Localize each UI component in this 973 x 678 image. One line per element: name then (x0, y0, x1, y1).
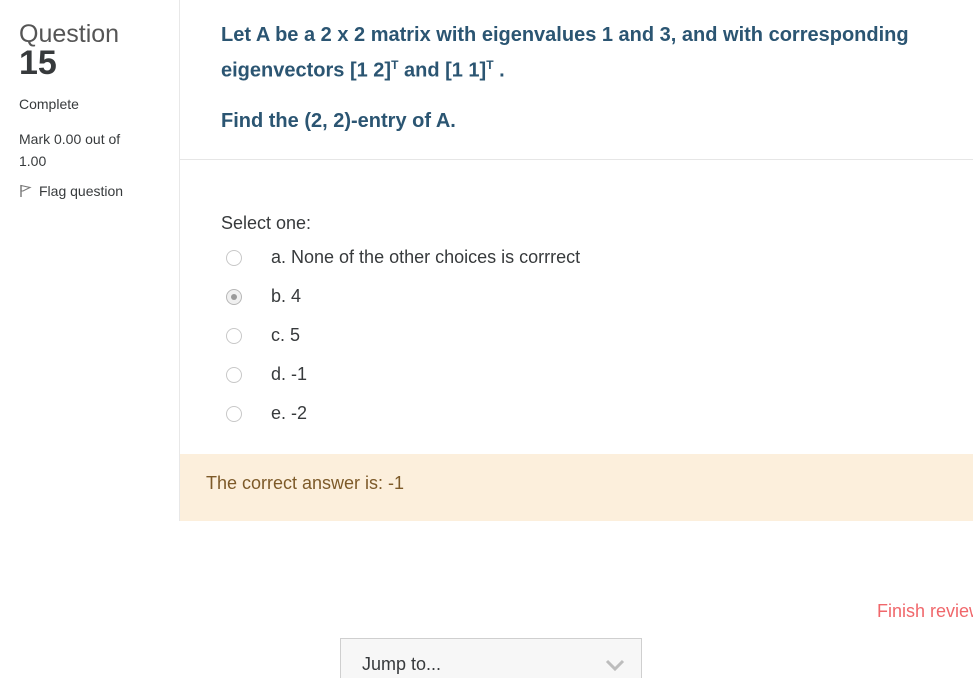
question-line-2: eigenvectors [1 2]T and [1 1]T . (221, 58, 505, 82)
question-number: 15 (19, 44, 57, 82)
radio-option-d[interactable] (226, 367, 242, 383)
question-find: Find the (2, 2)-entry of A. (221, 110, 456, 132)
jump-to-select[interactable]: Jump to... (340, 638, 642, 678)
option-a-label: a. None of the other choices is corrrect (271, 247, 581, 267)
flag-question-label: Flag question (39, 183, 124, 199)
finish-review-link[interactable]: Finish review (877, 601, 973, 622)
quiz-review-page: Question 15 Complete Mark 0.00 out of 1.… (0, 0, 973, 678)
radio-option-a[interactable] (226, 250, 242, 266)
flag-question-link[interactable]: Flag question (19, 183, 123, 199)
question-text: Let A be a 2 x 2 matrix with eigenvalues… (221, 20, 951, 86)
radio-option-c[interactable] (226, 328, 242, 344)
feedback-box: The correct answer is: -1 (180, 454, 973, 521)
option-b[interactable]: b. 4 (226, 285, 301, 309)
jump-to-label: Jump to... (362, 654, 442, 674)
flag-icon (20, 184, 32, 197)
radio-option-e[interactable] (226, 406, 242, 422)
option-e[interactable]: e. -2 (226, 402, 307, 426)
option-a[interactable]: a. None of the other choices is corrrect (226, 246, 580, 270)
option-d-label: d. -1 (271, 364, 308, 384)
chevron-down-icon (605, 659, 625, 671)
option-d[interactable]: d. -1 (226, 363, 307, 387)
option-c[interactable]: c. 5 (226, 324, 300, 348)
right-answer-text: The correct answer is: -1 (206, 473, 405, 493)
question-info-panel: Question 15 Complete Mark 0.00 out of 1.… (0, 0, 180, 521)
question-line-1: Let A be a 2 x 2 matrix with eigenvalues… (221, 24, 909, 46)
radio-option-b[interactable] (226, 289, 242, 305)
option-e-label: e. -2 (271, 403, 308, 423)
option-b-label: b. 4 (271, 286, 302, 306)
divider (180, 159, 973, 160)
option-c-label: c. 5 (271, 325, 301, 345)
question-state: Complete (19, 96, 79, 112)
question-grade: Mark 0.00 out of 1.00 (19, 131, 121, 169)
select-one-prompt: Select one: (221, 213, 312, 233)
